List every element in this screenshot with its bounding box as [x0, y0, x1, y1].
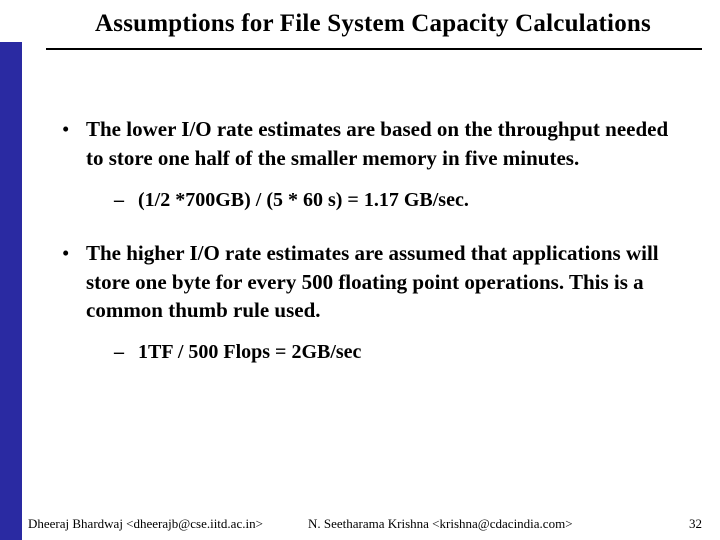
sub-bullet-item: – 1TF / 500 Flops = 2GB/sec: [114, 339, 680, 367]
title-underline: [46, 48, 702, 50]
sub-bullet-text: 1TF / 500 Flops = 2GB/sec: [138, 339, 680, 367]
sub-bullet-marker: –: [114, 187, 138, 215]
sub-bullet-marker: –: [114, 339, 138, 367]
bullet-text: The lower I/O rate estimates are based o…: [86, 115, 680, 173]
footer-author-left: Dheeraj Bhardwaj <dheerajb@cse.iitd.ac.i…: [28, 516, 263, 532]
slide: Assumptions for File System Capacity Cal…: [0, 0, 720, 540]
side-stripe: [0, 42, 22, 540]
page-number: 32: [689, 516, 702, 532]
footer: Dheeraj Bhardwaj <dheerajb@cse.iitd.ac.i…: [28, 516, 702, 532]
bullet-text: The higher I/O rate estimates are assume…: [86, 239, 680, 326]
sub-bullet-text: (1/2 *700GB) / (5 * 60 s) = 1.17 GB/sec.: [138, 187, 680, 215]
bullet-marker: •: [62, 115, 86, 173]
bullet-item: • The higher I/O rate estimates are assu…: [62, 239, 680, 326]
bullet-item: • The lower I/O rate estimates are based…: [62, 115, 680, 173]
sub-bullet-item: – (1/2 *700GB) / (5 * 60 s) = 1.17 GB/se…: [114, 187, 680, 215]
footer-author-right: N. Seetharama Krishna <krishna@cdacindia…: [308, 516, 573, 532]
slide-title: Assumptions for File System Capacity Cal…: [46, 10, 700, 38]
bullet-marker: •: [62, 239, 86, 326]
slide-content: • The lower I/O rate estimates are based…: [62, 115, 680, 391]
